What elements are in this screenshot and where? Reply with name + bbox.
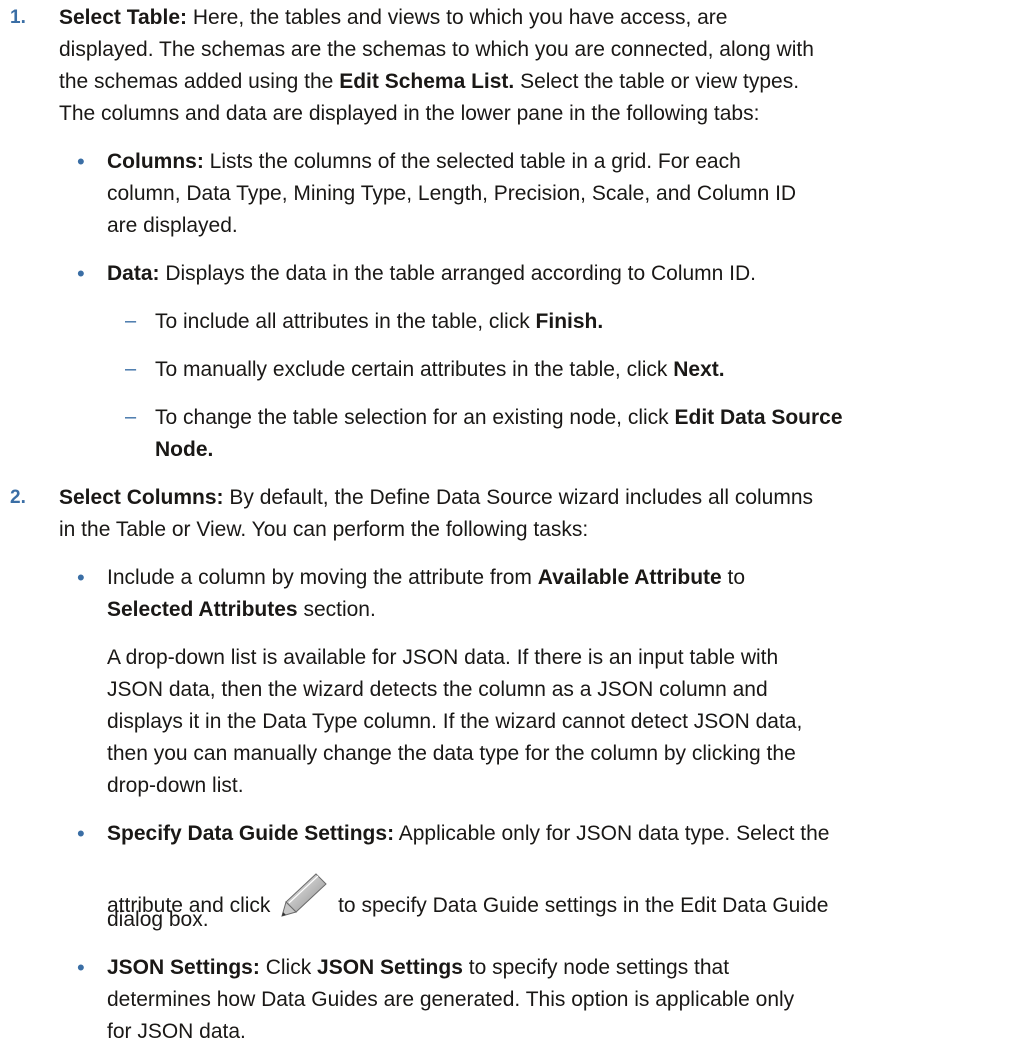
paragraph: To change the table selection for an exi… [155,402,843,433]
text: To manually exclude certain attributes i… [155,358,674,381]
paragraph: Columns: Lists the columns of the select… [107,146,741,177]
text: Displays the data in the table arranged … [159,262,757,285]
paragraph: displays it in the Data Type column. If … [107,706,802,737]
term: JSON Settings: [107,956,260,979]
text: displays it in the Data Type column. If … [107,710,803,733]
paragraph: Node. [155,434,213,465]
document-body: 1. Select Table: Here, the tables and vi… [0,0,1032,1057]
json-settings-action: JSON Settings [317,956,463,979]
text: dialog box. [107,908,209,931]
paragraph: Select Table: Here, the tables and views… [59,2,727,33]
text: to specify node settings that [462,956,730,979]
text: displayed. The schemas are the schemas t… [59,38,814,61]
term: Select Columns: [59,486,224,509]
paragraph: determines how Data Guides are generated… [107,984,794,1015]
text: Applicable only for JSON data type. Sele… [394,822,830,845]
selected-attributes-label: Selected Attributes [107,598,298,621]
pencil-icon [280,872,328,918]
text: to [721,566,746,589]
text: The columns and data are displayed in th… [59,102,760,125]
text: to specify Data Guide settings in the Ed… [332,894,829,917]
paragraph: Select Columns: By default, the Define D… [59,482,813,513]
paragraph: then you can manually change the data ty… [107,738,796,769]
text: A drop-down list is available for JSON d… [107,646,779,669]
paragraph: column, Data Type, Mining Type, Length, … [107,178,796,209]
step-number: 1. [10,7,26,28]
paragraph: for JSON data. [107,1016,246,1047]
node-action: Node. [155,438,214,461]
text: Here, the tables and views to which you … [192,6,728,29]
dash-icon: – [125,310,137,332]
text: drop-down list. [107,774,244,797]
text: Click [259,956,318,979]
step-number: 2. [10,487,26,508]
finish-action: Finish. [535,310,604,333]
dash-icon: – [125,406,137,428]
text: the schemas added using the [59,70,340,93]
paragraph: To include all attributes in the table, … [155,306,603,337]
paragraph: dialog box. [107,904,209,935]
paragraph: Specify Data Guide Settings: Applicable … [107,818,829,849]
paragraph: displayed. The schemas are the schemas t… [59,34,814,65]
paragraph: To manually exclude certain attributes i… [155,354,725,385]
text: determines how Data Guides are generated… [107,988,795,1011]
text: JSON data, then the wizard detects the c… [107,678,768,701]
text: To change the table selection for an exi… [155,406,675,429]
paragraph: Include a column by moving the attribute… [107,562,745,593]
paragraph: Selected Attributes section. [107,594,376,625]
term: Specify Data Guide Settings: [107,822,395,845]
next-action: Next. [673,358,725,381]
term: Columns: [107,150,204,173]
text: By default, the Define Data Source wizar… [223,486,814,509]
edit-data-source-action: Edit Data Source [674,406,843,429]
paragraph: JSON data, then the wizard detects the c… [107,674,768,705]
bullet-icon: • [77,565,85,590]
term: Data: [107,262,160,285]
text: in the Table or View. You can perform th… [59,518,589,541]
text: To include all attributes in the table, … [155,310,536,333]
text: then you can manually change the data ty… [107,742,796,765]
bullet-icon: • [77,261,85,286]
paragraph: The columns and data are displayed in th… [59,98,759,129]
text: Lists the columns of the selected table … [203,150,741,173]
paragraph: A drop-down list is available for JSON d… [107,642,778,673]
paragraph: attribute and click to specify Data Guid… [107,872,828,921]
bullet-icon: • [77,821,85,846]
text: Include a column by moving the attribute… [107,566,538,589]
available-attribute-label: Available Attribute [537,566,722,589]
text: Select the table or view types. [514,70,800,93]
dash-icon: – [125,358,137,380]
edit-schema-list-link: Edit Schema List. [339,70,515,93]
text: for JSON data. [107,1020,246,1043]
paragraph: JSON Settings: Click JSON Settings to sp… [107,952,729,983]
paragraph: in the Table or View. You can perform th… [59,514,588,545]
text: section. [297,598,376,621]
bullet-icon: • [77,955,85,980]
paragraph: drop-down list. [107,770,244,801]
text: are displayed. [107,214,238,237]
text: column, Data Type, Mining Type, Length, … [107,182,797,205]
bullet-icon: • [77,149,85,174]
term: Select Table: [59,6,187,29]
paragraph: the schemas added using the Edit Schema … [59,66,799,97]
paragraph: Data: Displays the data in the table arr… [107,258,756,289]
paragraph: are displayed. [107,210,238,241]
